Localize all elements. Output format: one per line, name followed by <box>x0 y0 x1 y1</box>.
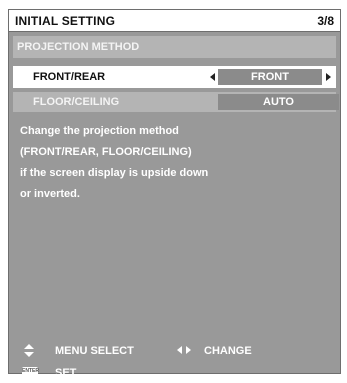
description-line: Change the projection method <box>20 125 179 137</box>
front-rear-selector[interactable]: FRONT <box>210 69 331 85</box>
description-line: (FRONT/REAR, FLOOR/CEILING) <box>20 146 192 158</box>
section-label: PROJECTION METHOD <box>17 41 140 53</box>
enter-icon: ENTER <box>22 367 39 376</box>
front-rear-value: FRONT <box>251 71 289 83</box>
page-indicator: 3/8 <box>317 14 334 28</box>
arrow-left-icon[interactable] <box>210 73 215 81</box>
description-text: Change the projection method (FRONT/REAR… <box>20 121 330 205</box>
floor-ceiling-value: AUTO <box>263 96 294 108</box>
initial-setting-panel: INITIAL SETTING 3/8 PROJECTION METHOD FR… <box>8 9 341 379</box>
arrow-right-icon[interactable] <box>326 73 331 81</box>
section-header: PROJECTION METHOD <box>13 36 336 58</box>
setting-label-front-rear: FRONT/REAR <box>33 71 106 83</box>
page-title: INITIAL SETTING <box>15 14 116 28</box>
footer-help-bar: MENU SELECT CHANGE ENTER SET <box>9 340 340 379</box>
up-down-arrows-icon <box>24 344 34 358</box>
floor-ceiling-value-box[interactable]: AUTO <box>218 94 339 110</box>
menu-select-label: MENU SELECT <box>55 345 134 357</box>
front-rear-value-box: FRONT <box>218 69 322 85</box>
set-label: SET <box>55 367 77 379</box>
title-bar: INITIAL SETTING 3/8 <box>9 10 340 32</box>
setting-label-floor-ceiling: FLOOR/CEILING <box>33 96 120 108</box>
setting-row-floor-ceiling[interactable]: FLOOR/CEILING AUTO <box>13 92 339 112</box>
left-right-arrows-icon <box>177 346 191 355</box>
setting-row-front-rear[interactable]: FRONT/REAR FRONT <box>13 66 336 88</box>
description-line: if the screen display is upside down <box>20 167 209 179</box>
description-line: or inverted. <box>20 188 80 200</box>
change-label: CHANGE <box>204 345 252 357</box>
